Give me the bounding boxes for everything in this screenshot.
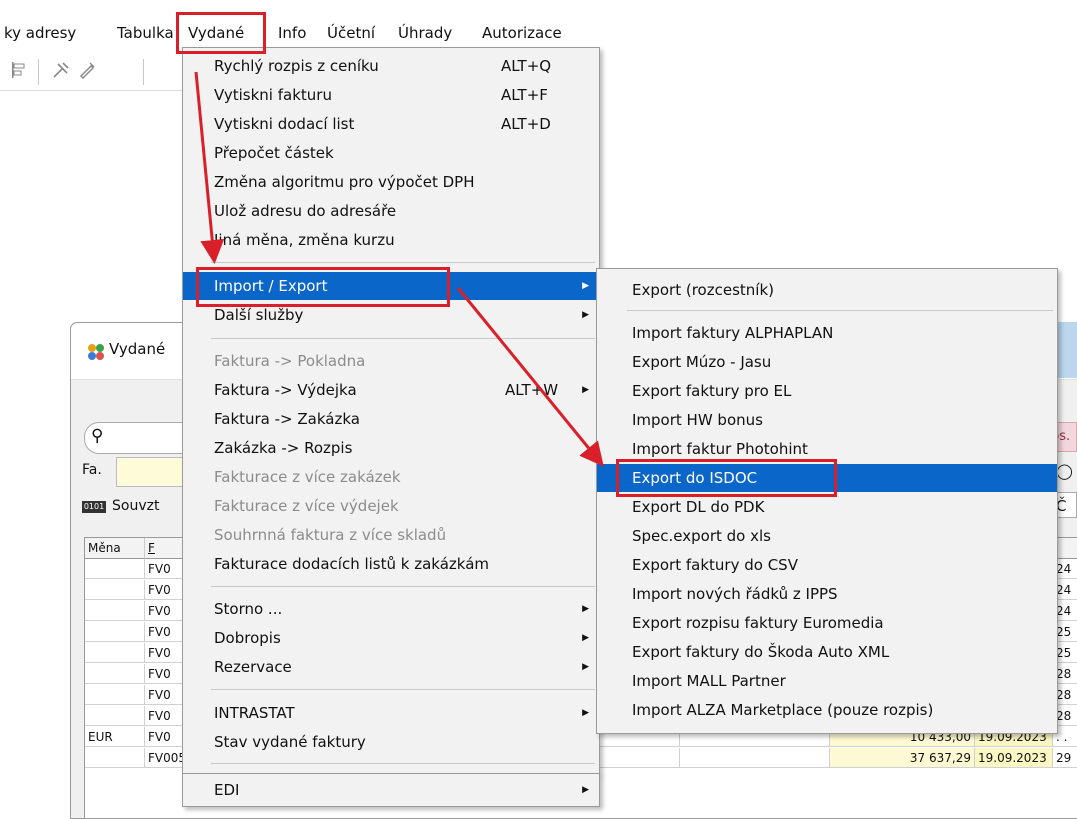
submenu-export-csv[interactable]: Export faktury do CSV — [597, 551, 1057, 579]
menu-item-intrastat[interactable]: INTRASTAT ▶ — [183, 699, 599, 727]
table-cell-mena[interactable] — [85, 685, 145, 705]
search-icon: ⚲ — [91, 426, 104, 446]
submenu-export-rozcestnik[interactable]: Export (rozcestník) — [597, 276, 1057, 304]
import-export-submenu: Export (rozcestník) Import faktury ALPHA… — [596, 268, 1058, 734]
menu-item-fakturace-vice-vydejek: Fakturace z více výdejek — [214, 497, 399, 515]
submenu-arrow-icon: ▶ — [582, 662, 589, 672]
submenu-export-skoda[interactable]: Export faktury do Škoda Auto XML — [597, 638, 1057, 666]
table-cell-blank[interactable] — [680, 748, 830, 768]
table-cell-mena[interactable] — [85, 706, 145, 726]
tool-icon[interactable] — [50, 60, 72, 82]
souvztaznost-label[interactable]: 0101 Souvzt — [82, 498, 159, 514]
menu-item-import-export[interactable]: Import / Export ▶ — [183, 272, 599, 300]
menu-item-fakturace-vice-zakazek: Fakturace z více zakázek — [214, 468, 401, 486]
menu-item-uloz-adresu[interactable]: Ulož adresu do adresáře — [183, 197, 599, 225]
submenu-arrow-icon: ▶ — [582, 604, 589, 614]
submenu-import-alphaplan[interactable]: Import faktury ALPHAPLAN — [597, 319, 1057, 347]
menu-item-storno[interactable]: Storno ... ▶ — [183, 595, 599, 623]
menu-item-fakturace-dodacich-listu[interactable]: Fakturace dodacích listů k zakázkám — [183, 550, 599, 578]
submenu-export-el[interactable]: Export faktury pro EL — [597, 377, 1057, 405]
col-mena[interactable]: Měna — [85, 538, 145, 559]
toolbar — [0, 51, 180, 91]
submenu-import-alza[interactable]: Import ALZA Marketplace (pouze rozpis) — [597, 696, 1057, 724]
submenu-arrow-icon: ▶ — [582, 785, 589, 795]
menu-bar: ky adresy Tabulka Vydané Info Účetní Úhr… — [0, 18, 1077, 48]
binary-icon: 0101 — [82, 501, 106, 513]
menu-item-stav-vydane-faktury[interactable]: Stav vydané faktury — [183, 728, 599, 756]
radio-icon[interactable]: ◯ — [1056, 462, 1073, 480]
submenu-import-hw-bonus[interactable]: Import HW bonus — [597, 406, 1057, 434]
fa-input[interactable] — [116, 457, 188, 487]
submenu-arrow-icon: ▶ — [582, 310, 589, 320]
menu-edi-row: EDI ▶ — [182, 773, 600, 807]
submenu-arrow-icon: ▶ — [582, 281, 589, 291]
menu-item-faktura-vydejka[interactable]: Faktura -> Výdejka ALT+W ▶ — [183, 376, 599, 404]
menu-info[interactable]: Info — [278, 18, 306, 48]
menu-adresy[interactable]: ky adresy — [4, 18, 76, 48]
submenu-import-mall[interactable]: Import MALL Partner — [597, 667, 1057, 695]
menu-item-dobropis[interactable]: Dobropis ▶ — [183, 624, 599, 652]
menu-item-vytiskni-fakturu[interactable]: Vytiskni fakturu ALT+F — [183, 81, 599, 109]
menu-item-zakazka-rozpis[interactable]: Zakázka -> Rozpis — [183, 434, 599, 462]
table-cell-mena[interactable] — [85, 664, 145, 684]
window-title: Vydané — [109, 340, 166, 358]
menu-item-edi[interactable]: EDI ▶ — [183, 776, 599, 804]
window-app-icon — [87, 343, 105, 361]
table-cell-mena[interactable] — [85, 748, 145, 768]
submenu-export-dl-pdk[interactable]: Export DL do PDK — [597, 493, 1057, 521]
menu-vydane[interactable]: Vydané — [188, 18, 244, 48]
menu-item-rezervace[interactable]: Rezervace ▶ — [183, 653, 599, 681]
submenu-export-euromedia[interactable]: Export rozpisu faktury Euromedia — [597, 609, 1057, 637]
submenu-spec-export-xls[interactable]: Spec.export do xls — [597, 522, 1057, 550]
menu-uhrady[interactable]: Úhrady — [398, 18, 452, 48]
edit-icon[interactable] — [76, 60, 98, 82]
table-cell-mena[interactable] — [85, 580, 145, 600]
table-cell-mena[interactable] — [85, 643, 145, 663]
table-cell-amount[interactable]: 37 637,29 — [830, 748, 975, 768]
table-cell-date[interactable]: 19.09.2023 — [975, 748, 1053, 768]
table-cell-mena[interactable] — [85, 601, 145, 621]
menu-item-dalsi-sluzby[interactable]: Další služby ▶ — [183, 301, 599, 329]
align-icon[interactable] — [8, 60, 30, 82]
table-cell-mena[interactable]: EUR — [85, 727, 145, 747]
submenu-import-photohint[interactable]: Import faktur Photohint — [597, 435, 1057, 463]
menu-item-prepocet-castek[interactable]: Přepočet částek — [183, 139, 599, 167]
menu-item-rychly-rozpis[interactable]: Rychlý rozpis z ceníku ALT+Q — [183, 52, 599, 80]
menu-item-souhrnna-faktura: Souhrnná faktura z více skladů — [214, 526, 447, 544]
menu-item-jina-mena[interactable]: Jiná měna, změna kurzu — [183, 226, 599, 254]
menu-item-faktura-pokladna: Faktura -> Pokladna — [214, 352, 366, 370]
menu-item-vytiskni-dodaci-list[interactable]: Vytiskni dodací list ALT+D — [183, 110, 599, 138]
vydane-dropdown-menu: Rychlý rozpis z ceníku ALT+Q Vytiskni fak… — [182, 47, 600, 774]
submenu-import-ipps[interactable]: Import nových řádků z IPPS — [597, 580, 1057, 608]
menu-ucetni[interactable]: Účetní — [327, 18, 375, 48]
table-cell-end[interactable]: 29 — [1053, 748, 1077, 768]
menu-tabulka[interactable]: Tabulka — [117, 18, 174, 48]
fa-label: Fa. — [82, 462, 102, 478]
search-input[interactable]: ⚲ — [84, 422, 186, 454]
submenu-export-muzo[interactable]: Export Múzo - Jasu — [597, 348, 1057, 376]
submenu-arrow-icon: ▶ — [582, 633, 589, 643]
submenu-arrow-icon: ▶ — [582, 385, 589, 395]
menu-item-faktura-zakazka[interactable]: Faktura -> Zakázka — [183, 405, 599, 433]
menu-item-zmena-algoritmu[interactable]: Změna algoritmu pro výpočet DPH — [183, 168, 599, 196]
menu-autorizace[interactable]: Autorizace — [482, 18, 562, 48]
col-cislo[interactable]: F — [145, 538, 185, 559]
submenu-export-isdoc[interactable]: Export do ISDOC — [597, 464, 1057, 492]
table-cell-mena[interactable] — [85, 559, 145, 579]
submenu-arrow-icon: ▶ — [582, 708, 589, 718]
table-cell-mena[interactable] — [85, 622, 145, 642]
